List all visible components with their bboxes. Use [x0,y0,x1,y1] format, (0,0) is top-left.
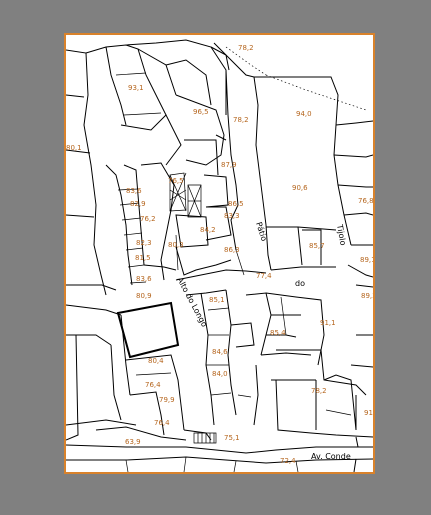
elevation-label: 78,2 [233,116,249,124]
street-label-alto-do-longo: Alto do Longo [175,276,209,329]
elevation-labels: 78,2 93,1 96,5 78,2 94,0 80,1 87,9 90,6 … [66,44,373,465]
elevation-label: 83,6 [126,187,142,195]
elevation-label: 76,4 [145,381,161,389]
elevation-label: 84,6 [212,348,228,356]
street-label-tijolo: Tijolo [335,223,348,246]
elevation-label: 86,3 [224,246,240,254]
elevation-label: 76,5 [168,177,184,185]
street-label-patio: Pátio [254,221,269,243]
elevation-label: 85,4 [270,329,286,337]
elevation-label: 90,6 [292,184,308,192]
elevation-label: 93,1 [128,84,144,92]
elevation-label: 82,9 [130,200,146,208]
elevation-label: 91 [364,409,373,417]
elevation-label: 94,0 [296,110,312,118]
elevation-label: 89,1 [360,256,373,264]
elevation-label: 85,1 [209,296,225,304]
elevation-label: 89,3 [361,292,373,300]
elevation-label: 87,9 [221,161,237,169]
street-label-do: do [295,279,305,288]
elevation-label: 81,5 [135,254,151,262]
elevation-label: 75,1 [224,434,240,442]
map-drawing: 78,2 93,1 96,5 78,2 94,0 80,1 87,9 90,6 … [66,39,373,472]
map-viewer[interactable]: 78,2 93,1 96,5 78,2 94,0 80,1 87,9 90,6 … [0,0,431,515]
elevation-label: 83,3 [224,212,240,220]
cadastral-map-sheet[interactable]: 78,2 93,1 96,5 78,2 94,0 80,1 87,9 90,6 … [64,33,375,474]
elevation-label: 82,3 [136,239,152,247]
elevation-label: 84,0 [212,370,228,378]
elevation-label: 76,2 [140,215,156,223]
elevation-label: 78,2 [238,44,254,52]
elevation-label: 84,2 [200,226,216,234]
street-labels: Pátio do Tijolo Alto do Longo Av. Conde [175,221,351,461]
elevation-label: 76,4 [154,419,170,427]
elevation-label: 86,5 [228,200,244,208]
map-linework [66,39,373,472]
elevation-label: 63,9 [125,438,141,446]
elevation-label: 79,9 [159,396,175,404]
elevation-label: 96,5 [193,108,209,116]
elevation-label: 91,1 [320,319,336,327]
elevation-label: 80,9 [136,292,152,300]
street-label-av-conde: Av. Conde [311,452,351,461]
elevation-label: 80,1 [66,144,82,152]
elevation-label: 83,6 [136,275,152,283]
elevation-label: 85,7 [309,242,325,250]
elevation-label: 72,4 [280,457,296,465]
elevation-label: 76,8 [358,197,373,205]
elevation-label: 77,4 [256,272,272,280]
elevation-label: 80,3 [168,241,184,249]
elevation-label: 80,4 [148,357,164,365]
elevation-label: 78,2 [311,387,327,395]
